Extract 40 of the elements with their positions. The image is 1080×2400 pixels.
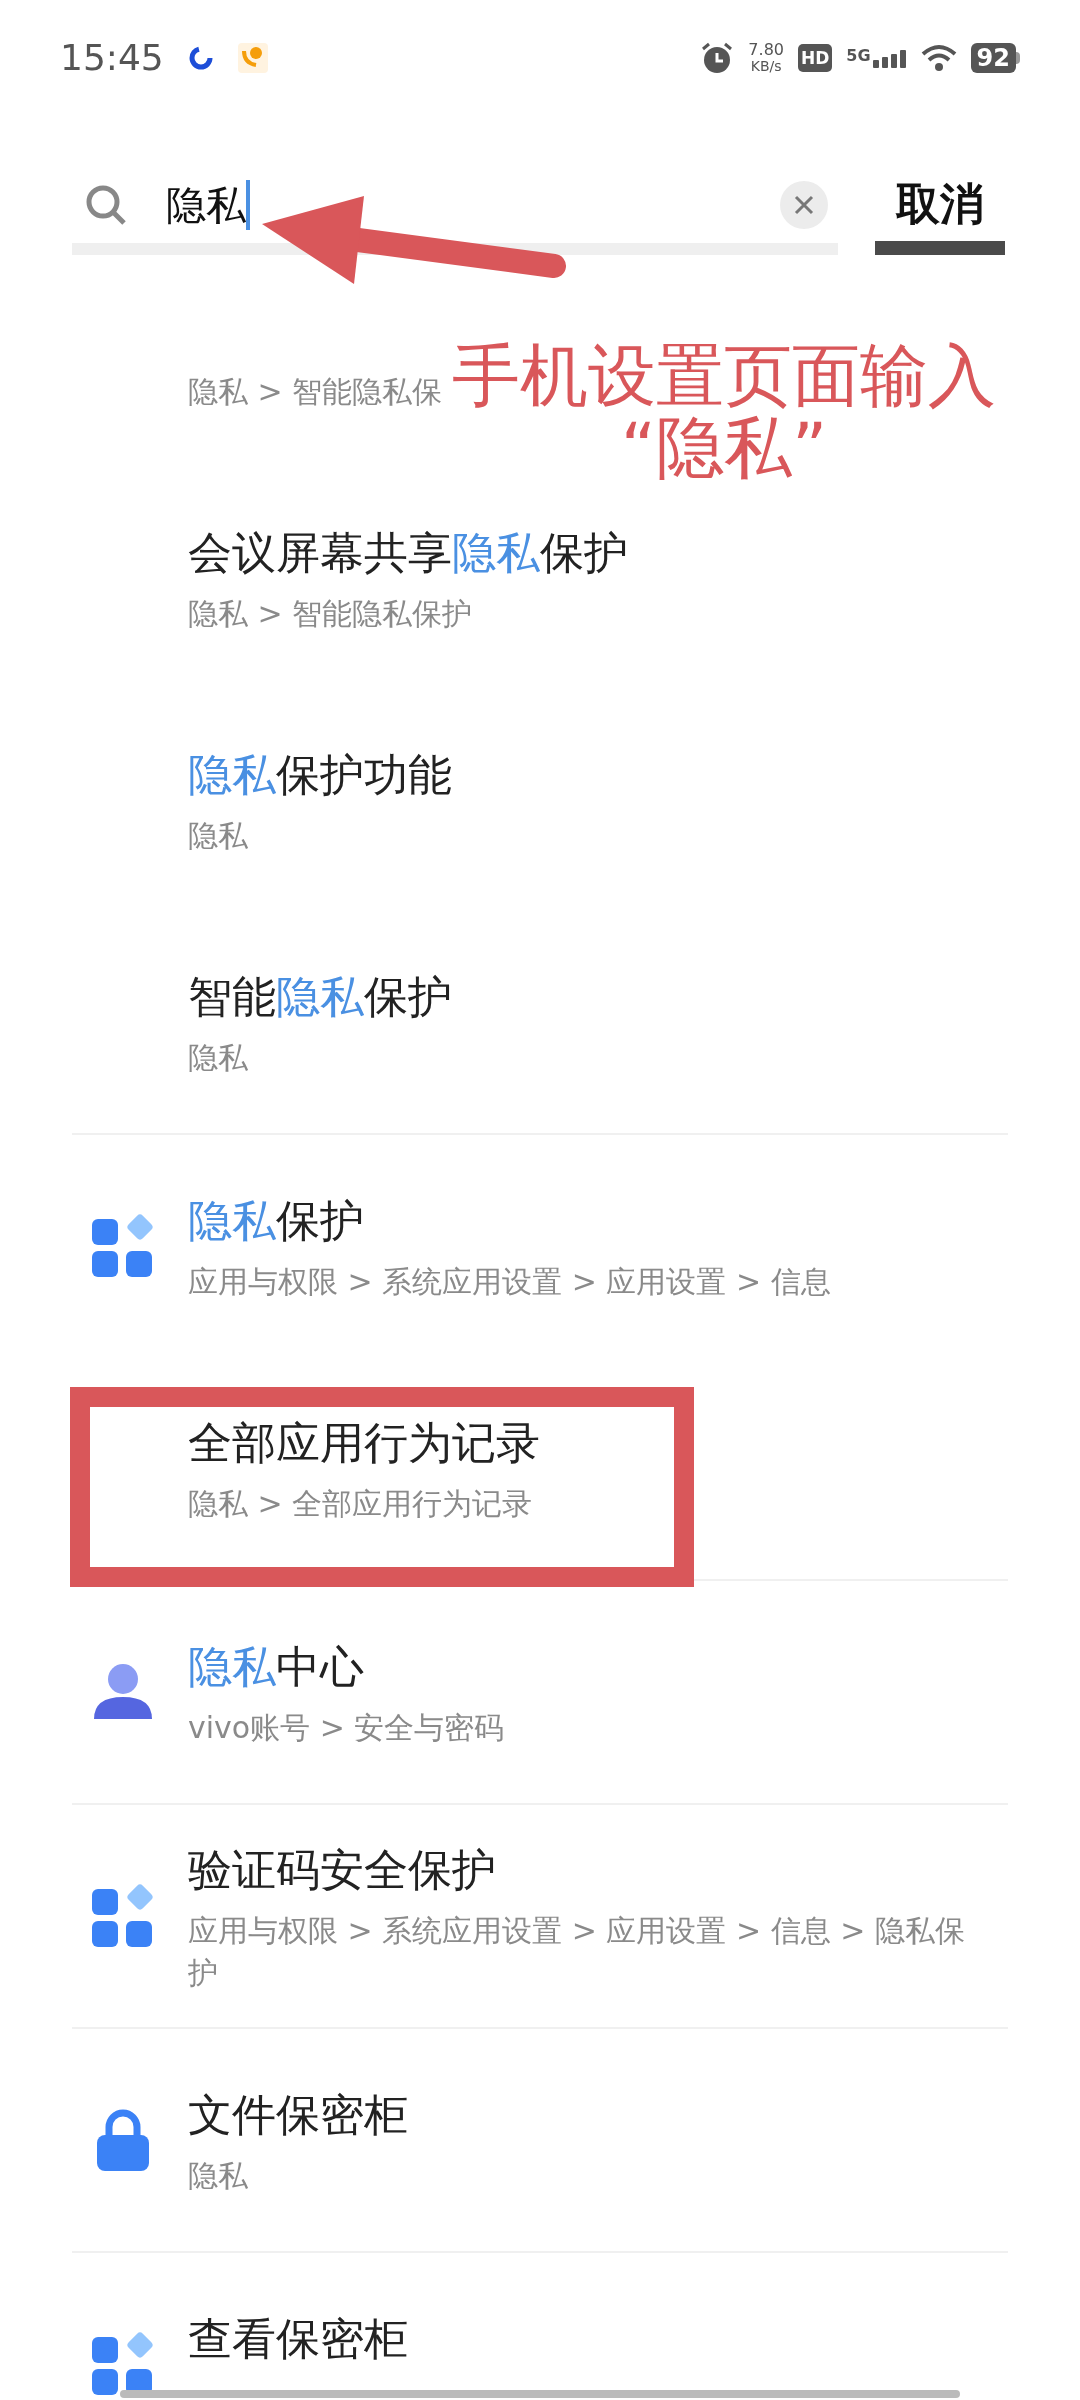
apps-icon <box>90 1883 156 1949</box>
result-path: 隐私 > 智能隐私保护 <box>188 595 473 633</box>
signal-icon <box>872 47 907 68</box>
result-title[interactable]: 全部应用行为记录 <box>188 1411 1020 1475</box>
net-speed-unit: KB/s <box>750 57 782 75</box>
result-path: 隐私 <box>188 1039 248 1077</box>
result-path: vivo账号 > 安全与密码 <box>188 1709 505 1747</box>
battery-indicator: 92 <box>970 42 1020 73</box>
search-text: 隐私 <box>166 181 246 230</box>
result-path: 应用与权限 > 系统应用设置 > 应用设置 > 信息 <box>188 1263 831 1301</box>
alarm-icon <box>700 40 735 75</box>
apps-icon <box>90 1213 156 1279</box>
result-title[interactable]: 文件保密柜 <box>188 2083 1020 2147</box>
clear-button[interactable] <box>780 181 828 229</box>
result-path: 隐私 <box>188 817 248 855</box>
wifi-icon <box>920 43 957 72</box>
result-title[interactable]: 验证码安全保护 <box>188 1838 1020 1902</box>
hd-badge: HD <box>798 43 833 72</box>
result-title[interactable]: 隐私保护功能 <box>188 743 1020 807</box>
result-title[interactable]: 查看保密柜 <box>188 2307 1020 2371</box>
text-cursor <box>246 180 250 230</box>
result-path: 隐私 > 智能隐私保 <box>188 373 443 411</box>
annotation-text: 手机设置页面输入 <box>452 340 996 412</box>
result-title[interactable]: 智能隐私保护 <box>188 965 1020 1029</box>
annotation-text: “隐私” <box>620 412 828 484</box>
result-title[interactable]: 隐私保护 <box>188 1189 1020 1253</box>
search-icon <box>84 183 128 227</box>
apps-icon <box>90 2331 156 2397</box>
net-speed: 7.80 <box>748 40 784 58</box>
result-path: 隐私 <box>188 2157 248 2195</box>
network-type: 5G <box>846 47 871 64</box>
app-notification-icon <box>187 44 214 71</box>
close-icon <box>794 195 814 215</box>
cancel-button[interactable]: 取消 <box>875 167 1005 255</box>
status-time: 15:45 <box>60 35 164 80</box>
phone-app-icon <box>237 42 268 73</box>
result-path: 隐私 > 全部应用行为记录 <box>188 1485 533 1523</box>
result-path: 应用与权限 > 系统应用设置 > 应用设置 > 信息 > 隐私保护 <box>188 1912 966 1992</box>
result-title[interactable]: 隐私中心 <box>188 1635 1020 1699</box>
result-title[interactable]: 会议屏幕共享隐私保护 <box>188 521 1020 585</box>
